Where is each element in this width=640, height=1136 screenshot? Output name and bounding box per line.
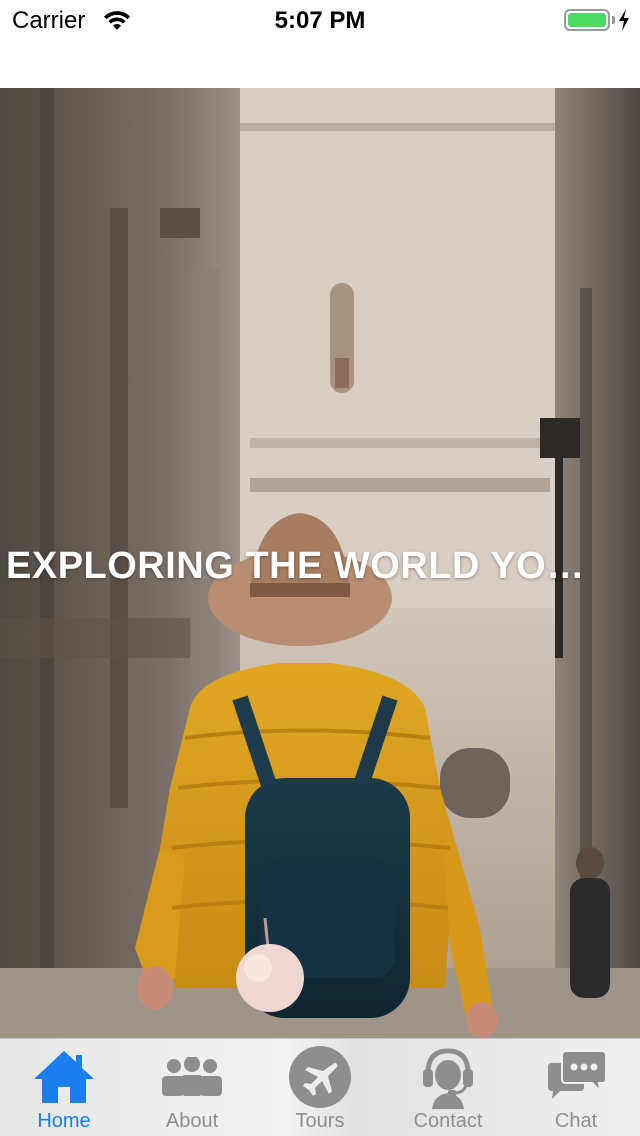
tab-bar: Home About Tours Contact Chat (0, 1038, 640, 1136)
tab-about[interactable]: About (128, 1039, 256, 1136)
hero-title: EXPLORING THE WORLD YO… (6, 545, 585, 587)
clock: 5:07 PM (274, 7, 366, 34)
battery-icon (564, 9, 610, 31)
tab-tours-label: Tours (295, 1110, 345, 1132)
battery-cap (612, 16, 615, 24)
tab-home-label: Home (37, 1110, 91, 1132)
battery-level (568, 13, 606, 27)
group-icon (160, 1045, 224, 1109)
tab-home[interactable]: Home (0, 1039, 128, 1136)
airplane-icon (288, 1045, 352, 1109)
tab-chat[interactable]: Chat (512, 1039, 640, 1136)
tab-chat-label: Chat (554, 1110, 598, 1132)
charging-bolt-icon (619, 9, 629, 31)
app-screen: Carrier 5:07 PM EXPLORING THE WORLD YO… … (0, 0, 640, 1136)
tab-about-label: About (165, 1110, 219, 1132)
status-bar: Carrier 5:07 PM (0, 0, 640, 40)
chat-bubbles-icon (544, 1045, 608, 1109)
tab-contact-label: Contact (413, 1110, 483, 1132)
tab-contact[interactable]: Contact (384, 1039, 512, 1136)
hero-banner: EXPLORING THE WORLD YO… (0, 88, 640, 1038)
home-icon (32, 1045, 96, 1109)
tab-tours[interactable]: Tours (256, 1039, 384, 1136)
support-agent-icon (416, 1045, 480, 1109)
